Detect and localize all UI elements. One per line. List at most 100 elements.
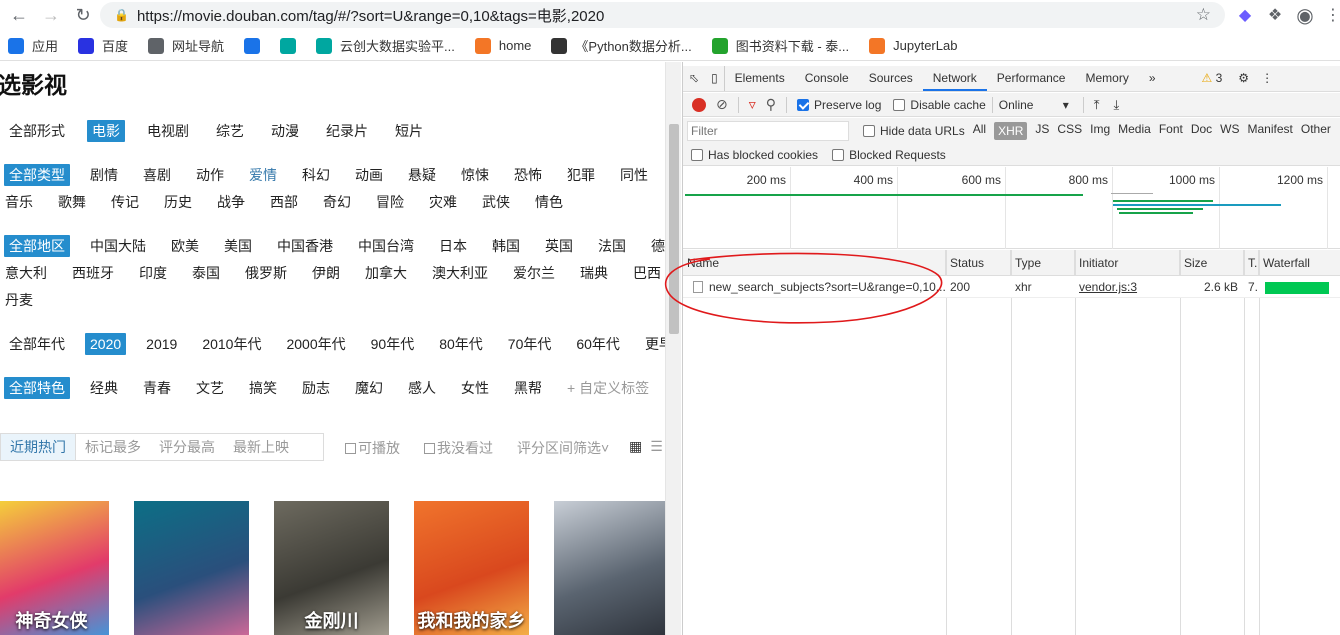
filter-tag[interactable]: 印度 (134, 262, 172, 284)
bookmark-item[interactable]: 百度 (78, 36, 128, 55)
filter-tag[interactable]: 爱尔兰 (508, 262, 560, 284)
address-bar[interactable]: 🔒 https://movie.douban.com/tag/#/?sort=U… (100, 2, 1225, 28)
filter-option[interactable]: 可播放 (345, 438, 400, 458)
bookmark-item[interactable]: 图书资料下载 - 泰... (711, 36, 849, 55)
devtools-tab-console[interactable]: Console (795, 66, 859, 91)
clear-icon[interactable]: ⊘ (716, 96, 728, 113)
filter-tag[interactable]: 2000年代 (281, 333, 350, 355)
filter-option[interactable]: 评分区间筛选 ˅ (517, 438, 609, 458)
column-header-type[interactable]: Type (1011, 250, 1075, 276)
filter-tag[interactable]: 伊朗 (307, 262, 345, 284)
more-tabs-icon[interactable]: » (1139, 66, 1166, 91)
filter-tag[interactable]: 美国 (219, 235, 257, 257)
filter-tag[interactable]: 爱情 (244, 164, 282, 186)
import-har-icon[interactable]: ⤒ (1094, 97, 1100, 113)
filter-tag[interactable]: 泰国 (187, 262, 225, 284)
filter-tag[interactable]: 全部形式 (4, 120, 70, 142)
checkbox[interactable] (345, 442, 356, 454)
filter-tag[interactable]: 青春 (138, 377, 176, 399)
filter-tag[interactable]: 感人 (403, 377, 441, 399)
preserve-log-checkbox[interactable] (797, 98, 810, 111)
filter-tag[interactable]: 中国香港 (272, 235, 338, 257)
filter-tag[interactable]: 90年代 (366, 333, 420, 355)
settings-gear-icon[interactable]: ⚙ (1232, 66, 1255, 91)
type-filter-js[interactable]: JS (1035, 122, 1049, 140)
filter-tag[interactable]: 冒险 (371, 191, 409, 213)
devtools-tab-memory[interactable]: Memory (1075, 66, 1138, 91)
filter-tag[interactable]: 武侠 (477, 191, 515, 213)
filter-tag[interactable]: 加拿大 (360, 262, 412, 284)
filter-tag[interactable]: 犯罪 (562, 164, 600, 186)
devtools-tab-elements[interactable]: Elements (725, 66, 795, 91)
profile-icon[interactable]: ◉ (1294, 4, 1316, 27)
filter-tag[interactable]: 全部地区 (4, 235, 70, 257)
blocked-cookies-checkbox[interactable] (691, 148, 703, 161)
request-initiator[interactable]: vendor.js:3 (1075, 276, 1179, 298)
extension-icon[interactable]: ◆ (1234, 4, 1256, 26)
filter-tag[interactable]: 传记 (106, 191, 144, 213)
type-filter-manifest[interactable]: Manifest (1248, 122, 1293, 140)
filter-tag[interactable]: 瑞典 (575, 262, 613, 284)
type-filter-xhr[interactable]: XHR (994, 122, 1028, 140)
filter-tag[interactable]: 西部 (265, 191, 303, 213)
filter-tag[interactable]: 动作 (191, 164, 229, 186)
filter-tag[interactable]: 俄罗斯 (240, 262, 292, 284)
filter-tag[interactable]: 澳大利亚 (427, 262, 493, 284)
filter-tag[interactable]: + 自定义标签 (562, 377, 654, 399)
filter-input[interactable] (687, 121, 849, 141)
filter-tag[interactable]: 英国 (540, 235, 578, 257)
movie-poster[interactable]: 我和我的家乡 (414, 501, 529, 635)
bookmark-item[interactable] (280, 37, 297, 54)
filter-tag[interactable]: 2010年代 (197, 333, 266, 355)
disable-cache-checkbox[interactable] (893, 98, 906, 111)
filter-tag[interactable]: 恐怖 (509, 164, 547, 186)
filter-tag[interactable]: 喜剧 (138, 164, 176, 186)
filter-tag[interactable]: 法国 (593, 235, 631, 257)
type-filter-media[interactable]: Media (1118, 122, 1151, 140)
filter-tag[interactable]: 科幻 (297, 164, 335, 186)
filter-tag[interactable]: 80年代 (434, 333, 488, 355)
filter-tag[interactable]: 意大利 (0, 262, 52, 284)
filter-tag[interactable]: 70年代 (503, 333, 557, 355)
export-har-icon[interactable]: ⤓ (1114, 97, 1120, 113)
puzzle-icon[interactable]: ❖ (1264, 4, 1286, 26)
filter-tag[interactable]: 全部年代 (4, 333, 70, 355)
devtools-tab-network[interactable]: Network (922, 66, 987, 91)
devtools-tab-sources[interactable]: Sources (859, 66, 923, 91)
menu-icon[interactable]: ⋮ (1322, 4, 1340, 26)
page-scrollbar[interactable] (665, 62, 681, 635)
filter-tag[interactable]: 中国大陆 (85, 235, 151, 257)
type-filter-img[interactable]: Img (1090, 122, 1110, 140)
column-header-size[interactable]: Size (1180, 250, 1244, 276)
blocked-requests-checkbox[interactable] (832, 148, 845, 161)
sort-tab[interactable]: 评分最高 (150, 434, 224, 460)
bookmark-item[interactable]: 应用 (8, 36, 58, 55)
movie-poster[interactable]: 神奇女侠 (0, 501, 109, 635)
filter-tag[interactable]: 历史 (159, 191, 197, 213)
reload-icon[interactable]: ↻ (70, 2, 96, 28)
type-filter-ws[interactable]: WS (1220, 122, 1239, 140)
device-toolbar-icon[interactable]: ▯ (705, 66, 725, 91)
type-filter-all[interactable]: All (973, 122, 986, 140)
filter-tag[interactable]: 奇幻 (318, 191, 356, 213)
bookmark-item[interactable]: 云创大数据实验平... (316, 36, 455, 55)
filter-tag[interactable]: 悬疑 (403, 164, 441, 186)
search-icon[interactable]: ⚲ (766, 96, 776, 113)
filter-tag[interactable]: 动画 (350, 164, 388, 186)
column-header-waterfall[interactable]: Waterfall (1259, 250, 1340, 276)
filter-tag[interactable]: 同性 (615, 164, 653, 186)
filter-tag[interactable]: 韩国 (487, 235, 525, 257)
bookmark-item[interactable]: home (474, 37, 531, 54)
warning-icon[interactable]: ⚠ 3 (1192, 66, 1233, 91)
filter-tag[interactable]: 2019 (141, 333, 182, 355)
filter-tag[interactable]: 音乐 (0, 191, 38, 213)
bookmark-item[interactable]: 《Python数据分析... (551, 36, 692, 55)
filter-tag[interactable]: 灾难 (424, 191, 462, 213)
devtools-tab-performance[interactable]: Performance (987, 66, 1076, 91)
filter-tag[interactable]: 60年代 (571, 333, 625, 355)
bookmark-item[interactable] (244, 37, 261, 54)
filter-tag[interactable]: 更早 (640, 333, 665, 355)
filter-option[interactable]: 我没看过 (424, 438, 493, 458)
filter-tag[interactable]: 歌舞 (53, 191, 91, 213)
type-filter-doc[interactable]: Doc (1191, 122, 1212, 140)
